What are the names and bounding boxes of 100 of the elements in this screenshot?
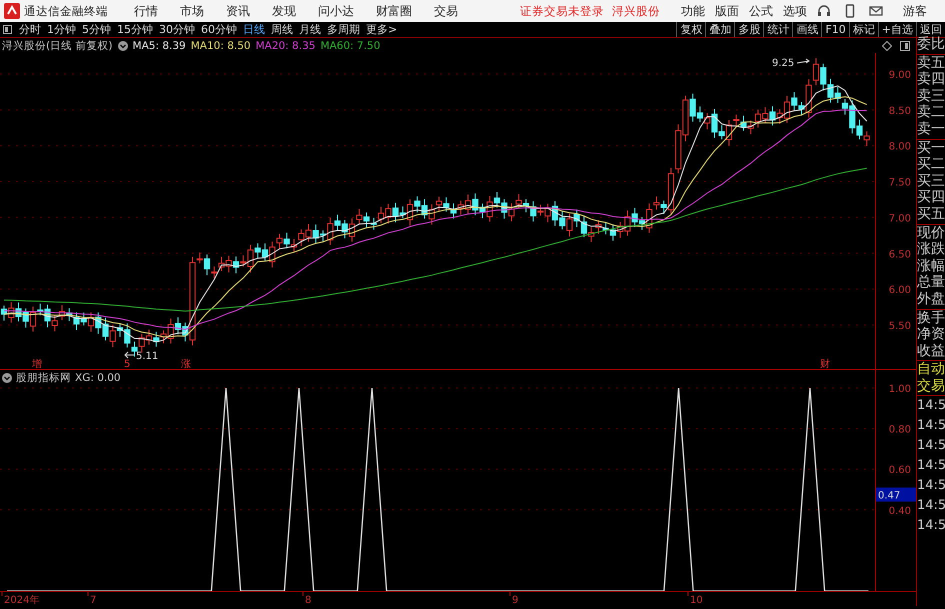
quote-label: 卖一: [917, 120, 945, 138]
date-label: 10: [690, 595, 703, 606]
mail-icon[interactable]: [869, 4, 883, 18]
price-tick: 7.00: [888, 213, 911, 224]
ma-label: MA20: 8.35: [256, 40, 316, 52]
trade-time: 14:5: [917, 417, 945, 436]
toolbar-button[interactable]: 画线: [792, 22, 822, 37]
toolbar-button[interactable]: 标记: [848, 22, 878, 37]
arrow-icon: [796, 58, 810, 64]
dropdown-icon[interactable]: [118, 40, 128, 50]
quote-label: 委比: [917, 36, 945, 53]
quote-label: 卖三: [917, 88, 945, 104]
arrow-icon: [124, 352, 134, 358]
menu-item[interactable]: 功能: [681, 2, 705, 20]
trade-time: 14:5: [917, 457, 945, 476]
menu-item[interactable]: 财富圈: [376, 2, 412, 20]
toolbar-button[interactable]: +自选: [878, 22, 916, 37]
user-label[interactable]: 游客: [903, 2, 927, 20]
menu-item[interactable]: 版面: [715, 2, 739, 20]
trade-time: 14:5: [917, 517, 945, 536]
ma-label: MA60: 7.50: [320, 40, 380, 52]
period-tab[interactable]: 分时: [16, 22, 44, 37]
toolbar-button[interactable]: 多股: [734, 22, 764, 37]
indicator-reading: XG: 0.00: [75, 372, 121, 384]
indicator-title: 股朋指标网: [16, 371, 71, 385]
price-tick: 7.50: [888, 178, 911, 189]
trade-header: 交易: [917, 378, 945, 394]
trade-time: 14:5: [917, 477, 945, 496]
period-tab[interactable]: 15分钟: [114, 22, 156, 37]
toolbar-button[interactable]: 复权: [676, 22, 706, 37]
menu-item[interactable]: 发现: [272, 2, 296, 20]
headset-icon[interactable]: [817, 4, 831, 18]
quote-label: 净资: [917, 326, 945, 343]
quote-label: 现价: [917, 224, 945, 242]
trade-time: 14:5: [917, 397, 945, 416]
menu-item[interactable]: 交易: [434, 2, 458, 20]
ma-label: MA10: 8.50: [190, 40, 251, 52]
quote-label: 涨跌: [917, 241, 945, 258]
quote-label: 卖五: [917, 54, 945, 72]
menu-item[interactable]: 选项: [783, 2, 807, 20]
event-marker[interactable]: 涨: [181, 359, 191, 369]
stock-name: 浔兴股份: [612, 4, 660, 18]
period-tab[interactable]: 日线: [240, 22, 268, 37]
quote-label: 卖四: [917, 71, 945, 88]
period-tab[interactable]: 更多>: [363, 22, 400, 37]
quote-label: 外盘: [917, 290, 945, 308]
quote-label: 总量: [917, 274, 945, 291]
menu-item[interactable]: 公式: [749, 2, 773, 20]
menu-item[interactable]: 市场: [180, 2, 204, 20]
menu-item[interactable]: 问小达: [318, 2, 354, 20]
quote-label: 收益: [917, 342, 945, 360]
dropdown-icon[interactable]: [2, 373, 12, 383]
date-label: 2024年: [4, 595, 40, 606]
price-tick: 5.50: [888, 320, 911, 332]
login-status[interactable]: 证券交易未登录: [520, 4, 604, 18]
date-label: 8: [305, 595, 312, 606]
price-tick: 8.50: [888, 106, 911, 117]
period-tab[interactable]: 月线: [296, 22, 324, 37]
trade-time: 14:5: [917, 497, 945, 516]
panel-toggle-icon[interactable]: [3, 25, 12, 34]
date-label: 9: [512, 595, 518, 606]
period-tab[interactable]: 1分钟: [44, 22, 79, 37]
price-tick: 9.00: [888, 70, 911, 81]
ma-label: MA5: 8.39: [132, 40, 186, 52]
phone-icon[interactable]: [843, 4, 857, 18]
price-tick: 6.50: [888, 249, 911, 260]
diamond-icon[interactable]: [882, 40, 892, 50]
toolbar-button[interactable]: 返回: [916, 22, 945, 37]
app-title: 通达信金融终端: [24, 4, 108, 18]
period-tab[interactable]: 5分钟: [79, 22, 114, 37]
price-tick: 8.00: [888, 142, 911, 153]
trade-time: 14:5: [917, 437, 945, 456]
period-tab[interactable]: 多周期: [324, 22, 363, 37]
period-tab[interactable]: 30分钟: [156, 22, 198, 37]
panel-toggle-icon[interactable]: [900, 40, 910, 50]
menu-item[interactable]: 资讯: [226, 2, 250, 20]
period-tab[interactable]: 60分钟: [198, 22, 240, 37]
chart-title: 浔兴股份(日线 前复权): [2, 38, 113, 52]
toolbar-button[interactable]: F10: [821, 22, 849, 37]
low-price-label: 5.11: [136, 351, 158, 362]
event-marker[interactable]: 5: [124, 359, 130, 369]
event-marker[interactable]: 财: [820, 359, 830, 369]
indicator-tick: 0.40: [888, 506, 911, 517]
quote-label: 换手: [917, 310, 945, 326]
toolbar-button[interactable]: 叠加: [705, 22, 734, 37]
quote-label: 卖二: [917, 104, 945, 121]
quote-label: 涨幅: [917, 258, 945, 274]
toolbar-button[interactable]: 统计: [763, 22, 792, 37]
current-value-badge: 0.47: [876, 488, 916, 502]
indicator-tick: 0.60: [888, 465, 911, 476]
quote-label: 买三: [917, 172, 945, 190]
date-label: 7: [90, 595, 96, 606]
indicator-tick: 0.80: [888, 424, 911, 436]
quote-label: 买四: [917, 189, 945, 206]
quote-label: 买五: [917, 206, 945, 223]
event-marker[interactable]: 增: [32, 359, 42, 369]
period-tab[interactable]: 周线: [268, 22, 296, 37]
app-logo-icon: [4, 3, 20, 19]
price-tick: 6.00: [888, 285, 911, 296]
menu-item[interactable]: 行情: [134, 2, 158, 20]
